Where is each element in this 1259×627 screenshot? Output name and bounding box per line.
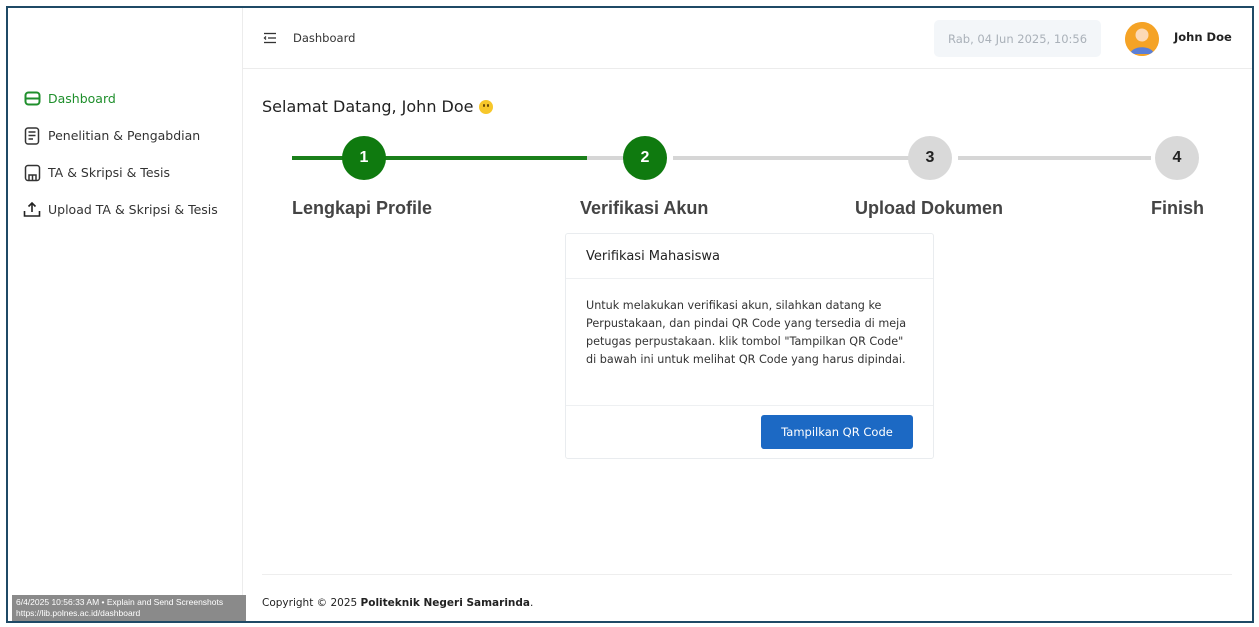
card-footer: Tampilkan QR Code <box>566 406 933 458</box>
step-2-circle: 2 <box>623 136 667 180</box>
welcome-text: Selamat Datang, John Doe <box>262 97 474 116</box>
copyright-suffix: . <box>530 597 534 609</box>
step-1-circle: 1 <box>342 136 386 180</box>
copyright-text: Copyright © 2025 <box>262 597 361 609</box>
stepper-track-3 <box>673 156 940 160</box>
smile-emoji-icon <box>478 99 493 114</box>
footer-org-link[interactable]: Politeknik Negeri Samarinda <box>361 597 530 609</box>
sidebar-item-label: TA & Skripsi & Tesis <box>48 165 171 180</box>
welcome-heading: Selamat Datang, John Doe <box>262 97 493 116</box>
user-name[interactable]: John Doe <box>1174 30 1232 44</box>
avatar[interactable] <box>1125 22 1159 56</box>
book-icon <box>22 163 42 183</box>
step-1-label: Lengkapi Profile <box>292 198 433 218</box>
sidebar-item-dashboard[interactable]: Dashboard <box>22 80 218 117</box>
top-bar: Dashboard Rab, 04 Jun 2025, 10:56 John D… <box>243 8 1252 69</box>
main-content: Selamat Datang, John Doe 1 2 3 4 Lengkap… <box>243 69 1252 621</box>
step-4-circle: 4 <box>1155 136 1199 180</box>
menu-toggle-icon[interactable] <box>263 32 277 44</box>
dashboard-icon <box>22 89 42 109</box>
sidebar-item-label: Upload TA & Skripsi & Tesis <box>48 202 218 217</box>
step-3-circle: 3 <box>908 136 952 180</box>
upload-icon <box>22 200 42 220</box>
page-footer: Copyright © 2025 Politeknik Negeri Samar… <box>262 574 1232 609</box>
show-qr-code-button[interactable]: Tampilkan QR Code <box>761 415 913 449</box>
breadcrumb[interactable]: Dashboard <box>293 31 355 45</box>
sidebar: Dashboard Penelitian & Pengabdian TA & S… <box>8 8 246 621</box>
stepper-track-1 <box>292 156 587 160</box>
step-3-label: Upload Dokumen <box>855 198 1004 218</box>
screenshot-badge-url: https://lib.polnes.ac.id/dashboard <box>16 608 141 618</box>
user-avatar-icon <box>1125 22 1159 56</box>
sidebar-item-label: Penelitian & Pengabdian <box>48 128 201 143</box>
step-4-label: Finish <box>1151 198 1204 218</box>
progress-stepper: 1 2 3 4 Lengkapi Profile Verifikasi Akun… <box>243 134 1252 224</box>
screenshot-overlay-badge: 6/4/2025 10:56:33 AM • Explain and Send … <box>12 595 246 621</box>
sidebar-item-penelitian[interactable]: Penelitian & Pengabdian <box>22 117 218 154</box>
card-body-text: Untuk melakukan verifikasi akun, silahka… <box>566 279 933 406</box>
sidebar-item-label: Dashboard <box>48 91 116 106</box>
sidebar-item-upload[interactable]: Upload TA & Skripsi & Tesis <box>22 191 218 228</box>
verification-card: Verifikasi Mahasiswa Untuk melakukan ver… <box>565 233 934 459</box>
stepper-track-4 <box>958 156 1151 160</box>
datetime-display: Rab, 04 Jun 2025, 10:56 <box>934 20 1101 57</box>
browser-frame: Dashboard Penelitian & Pengabdian TA & S… <box>6 6 1254 623</box>
sidebar-item-ta-skripsi[interactable]: TA & Skripsi & Tesis <box>22 154 218 191</box>
document-icon <box>22 126 42 146</box>
sidebar-nav: Dashboard Penelitian & Pengabdian TA & S… <box>22 80 218 228</box>
screenshot-badge-timestamp: 6/4/2025 10:56:33 AM • Explain and Send … <box>16 597 224 607</box>
step-2-label: Verifikasi Akun <box>580 198 709 218</box>
card-title: Verifikasi Mahasiswa <box>566 234 933 279</box>
